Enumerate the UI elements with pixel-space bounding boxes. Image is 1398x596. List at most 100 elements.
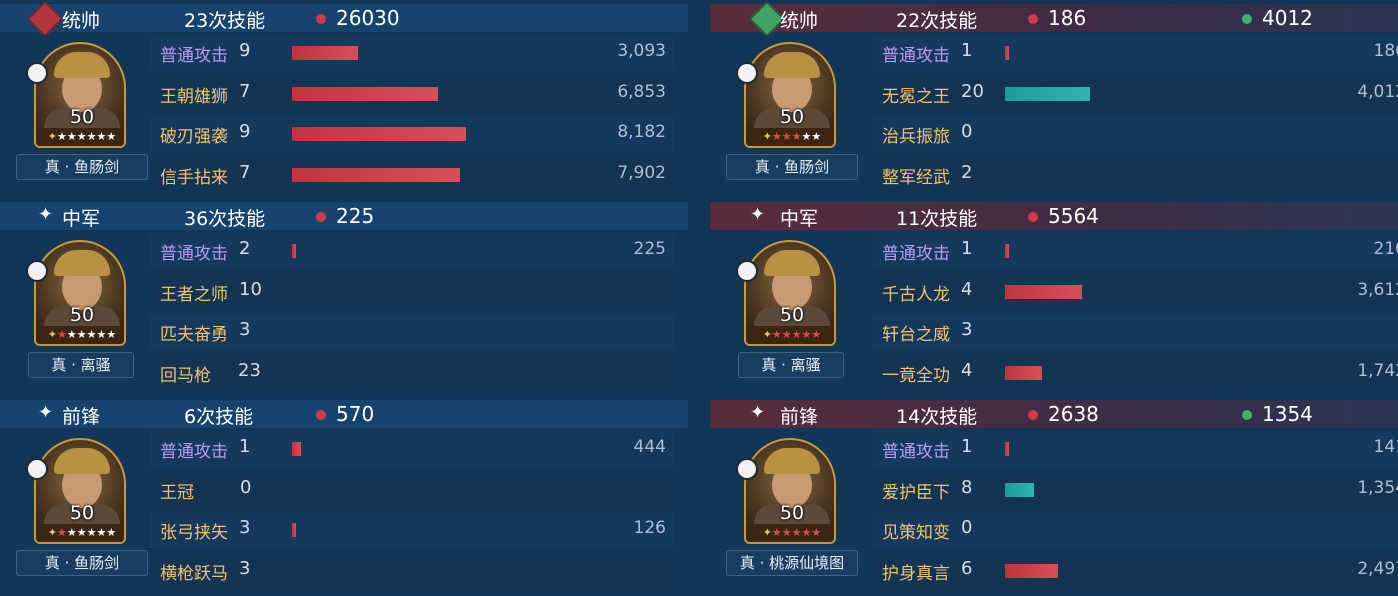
heal-total: 4012 [1262,6,1313,30]
skill-count: 3 [239,319,251,340]
skill-row[interactable]: 千古人龙 4 3,612 [872,271,1398,312]
sparkle-icon: ✦ [38,204,54,225]
skill-name: 轩台之威 [882,325,950,345]
star-icon: ★ [96,328,107,341]
role-label: 前锋 [780,406,819,428]
skill-row[interactable]: 爱护臣下 8 1,354 [872,469,1398,510]
portrait-headgear [764,52,820,78]
skill-row[interactable]: 轩台之威 3 [872,311,1398,352]
skill-count-label: 23次技能 [184,10,266,32]
portrait-headgear [54,448,110,474]
weapon-label[interactable]: 真 · 桃源仙境图 [726,550,858,576]
weapon-label[interactable]: 真 · 离骚 [28,352,134,378]
star-icon: ★ [76,328,87,341]
skill-row[interactable]: 无冕之王 20 4,012 [872,73,1398,114]
rank-icon: ✦ [762,526,772,539]
skill-row[interactable]: 治兵振旅 0 [872,113,1398,154]
skill-row[interactable]: 王朝雄狮 7 6,853 [150,73,674,114]
skill-row[interactable]: 普通攻击 2 225 [150,230,674,271]
general-level: 50 [779,502,805,524]
weapon-label[interactable]: 真 · 鱼肠剑 [16,154,148,180]
skill-row[interactable]: 破刃强袭 9 8,182 [150,113,674,154]
skill-row-background [872,233,1398,269]
skill-count: 1 [961,436,973,457]
star-icon: ★ [781,130,792,143]
skill-value: 6,853 [617,81,666,102]
skill-row[interactable]: 横枪跃马 3 [150,550,674,591]
skill-row[interactable]: 王者之师 10 [150,271,674,312]
skill-row[interactable]: 整军经武 2 [872,154,1398,195]
sparkle-icon: ✦ [750,402,766,423]
skill-row-background [872,354,1398,391]
skill-row[interactable]: 张弓挟矢 3 126 [150,509,674,550]
skill-name: 普通攻击 [882,442,950,462]
skill-row[interactable]: 信手拈来 7 7,902 [150,154,674,195]
skill-name: 张弓挟矢 [160,523,228,543]
portrait-headgear [764,250,820,276]
weapon-label[interactable]: 真 · 鱼肠剑 [726,154,858,180]
skill-count: 8 [961,476,973,498]
general-portrait[interactable]: 50 ✦★★★★★★ [26,42,126,148]
skill-row[interactable]: 普通攻击 1 210 [872,230,1398,271]
general-portrait[interactable]: 50 ✦★★★★★ [736,438,836,544]
skill-row[interactable]: 普通攻击 1 141 [872,428,1398,469]
skill-name: 爱护臣下 [882,482,950,503]
skill-row[interactable]: 见策知变 0 [872,509,1398,550]
general-block: 统帅 23次技能 26030 50 ✦★★★★★★ 真 · 鱼肠剑 普通攻击 9 3,093 王朝… [0,0,690,198]
skill-count-label: 14次技能 [896,406,978,428]
skill-count: 1 [239,436,251,457]
star-icon: ★ [106,130,117,143]
damage-total: 225 [336,204,375,228]
skill-count: 1 [961,40,973,61]
skill-value: 1,742 [1357,360,1398,381]
star-icon: ★ [771,526,782,539]
skill-row[interactable]: 护身真言 6 2,497 [872,550,1398,591]
skill-row[interactable]: 普通攻击 1 444 [150,428,674,469]
skill-name: 信手拈来 [160,167,228,188]
skill-row[interactable]: 普通攻击 9 3,093 [150,32,674,73]
skill-count: 9 [239,40,251,61]
role-label: 统帅 [780,10,819,32]
role-label: 前锋 [62,406,101,428]
skill-name: 整军经武 [882,167,950,188]
general-level: 50 [69,304,95,326]
skill-name: 王朝雄狮 [160,86,228,107]
star-rating: ✦★★★★★★ [36,326,124,344]
star-icon: ★ [771,130,782,143]
star-icon: ★ [801,130,812,143]
skill-count: 0 [240,476,252,498]
skill-rows: 普通攻击 9 3,093 王朝雄狮 7 6,853 破刃强袭 9 8,182 信手拈来 7 7,902 [150,32,674,194]
star-icon: ★ [811,526,822,539]
star-icon: ★ [96,526,107,539]
skill-row-background [150,512,674,548]
skill-row[interactable]: 匹夫奋勇 3 [150,311,674,352]
star-rating: ✦★★★★★★ [36,128,124,146]
general-portrait[interactable]: 50 ✦★★★★★ [736,42,836,148]
skill-row[interactable]: 普通攻击 1 186 [872,32,1398,73]
star-icon: ★ [791,328,802,341]
weapon-label[interactable]: 真 · 鱼肠剑 [16,550,148,576]
unit-type-icon [26,62,48,84]
skill-damage-bar [1005,46,1009,60]
skill-damage-bar [292,86,438,101]
skill-name: 王冠 [160,482,194,503]
skill-count: 7 [239,161,251,183]
skill-damage-bar [292,442,301,456]
skill-count-label: 6次技能 [184,406,254,428]
skill-row[interactable]: 一竟全功 4 1,742 [872,352,1398,393]
weapon-label[interactable]: 真 · 离骚 [738,352,844,378]
damage-total: 2638 [1048,402,1099,426]
skill-row[interactable]: 回马枪 23 [150,352,674,393]
heal-dot-icon [1242,14,1252,24]
heal-total: 1354 [1262,402,1313,426]
skill-row[interactable]: 王冠 0 [150,469,674,510]
skill-row-background [872,273,1398,310]
star-icon: ★ [811,328,822,341]
general-portrait[interactable]: 50 ✦★★★★★★ [26,438,126,544]
general-portrait[interactable]: 50 ✦★★★★★ [736,240,836,346]
general-portrait[interactable]: 50 ✦★★★★★★ [26,240,126,346]
skill-value: 7,902 [617,162,666,183]
skill-row-background [150,552,674,589]
unit-type-icon [736,260,758,282]
damage-dot-icon [1028,212,1038,222]
